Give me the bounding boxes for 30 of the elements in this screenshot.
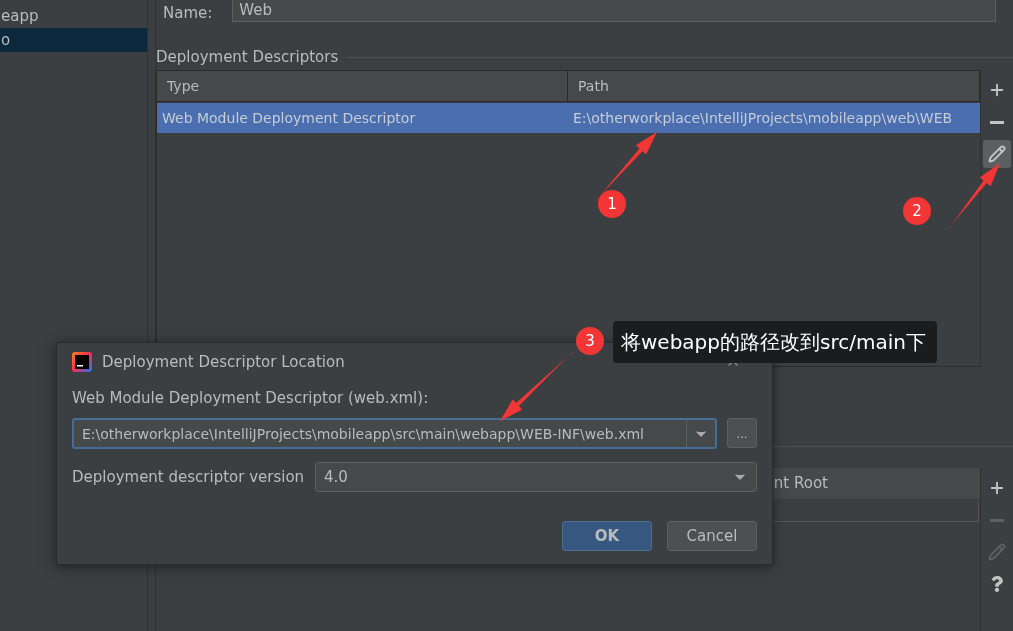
plus-icon <box>988 81 1006 99</box>
table-cell-text: Web Module Deployment Descriptor <box>161 109 417 128</box>
pencil-icon <box>988 145 1006 163</box>
descriptor-path-combo[interactable]: E:\otherworkplace\IntelliJProjects\mobileapp\src\main\webapp\WEB-INF\web.xml <box>72 418 717 449</box>
table-cell-text: E:\otherworkplace\IntelliJProjects\mobileapp\web\WEB <box>572 109 954 128</box>
column-header[interactable]: Path <box>568 71 980 101</box>
name-label: Name: <box>163 4 213 22</box>
browse-button[interactable]: ... <box>727 418 757 448</box>
column-header[interactable]: Type <box>157 71 568 101</box>
table-row[interactable]: Web Module Deployment Descriptor E:\otherworkplace\IntelliJProjects\mobileapp\web\WEB <box>157 103 980 133</box>
name-field[interactable]: Web <box>232 0 996 22</box>
cancel-button[interactable]: Cancel <box>667 521 757 551</box>
question-mark-icon <box>989 576 1005 592</box>
version-combo[interactable]: 4.0 <box>315 462 757 492</box>
tree-item[interactable]: eapp <box>0 4 147 28</box>
pencil-icon <box>988 543 1006 561</box>
minus-icon <box>990 120 1004 124</box>
descriptor-label: Web Module Deployment Descriptor (web.xml): <box>72 389 430 407</box>
edit-button[interactable] <box>983 140 1011 168</box>
annotation-arrow <box>948 163 1000 230</box>
version-label: Deployment descriptor version <box>72 468 306 486</box>
ok-button[interactable]: OK <box>562 521 652 551</box>
plus-icon <box>988 479 1006 497</box>
tree-item[interactable]: o <box>0 28 147 52</box>
minus-icon <box>990 518 1004 522</box>
callout-tooltip: 将webapp的路径改到src/main下 <box>613 321 937 363</box>
section-title: Deployment Descriptors <box>156 48 339 66</box>
app-logo-icon <box>72 351 92 372</box>
dialog-title: Deployment Descriptor Location <box>102 352 345 371</box>
column-header[interactable]: nt Root <box>773 468 828 499</box>
